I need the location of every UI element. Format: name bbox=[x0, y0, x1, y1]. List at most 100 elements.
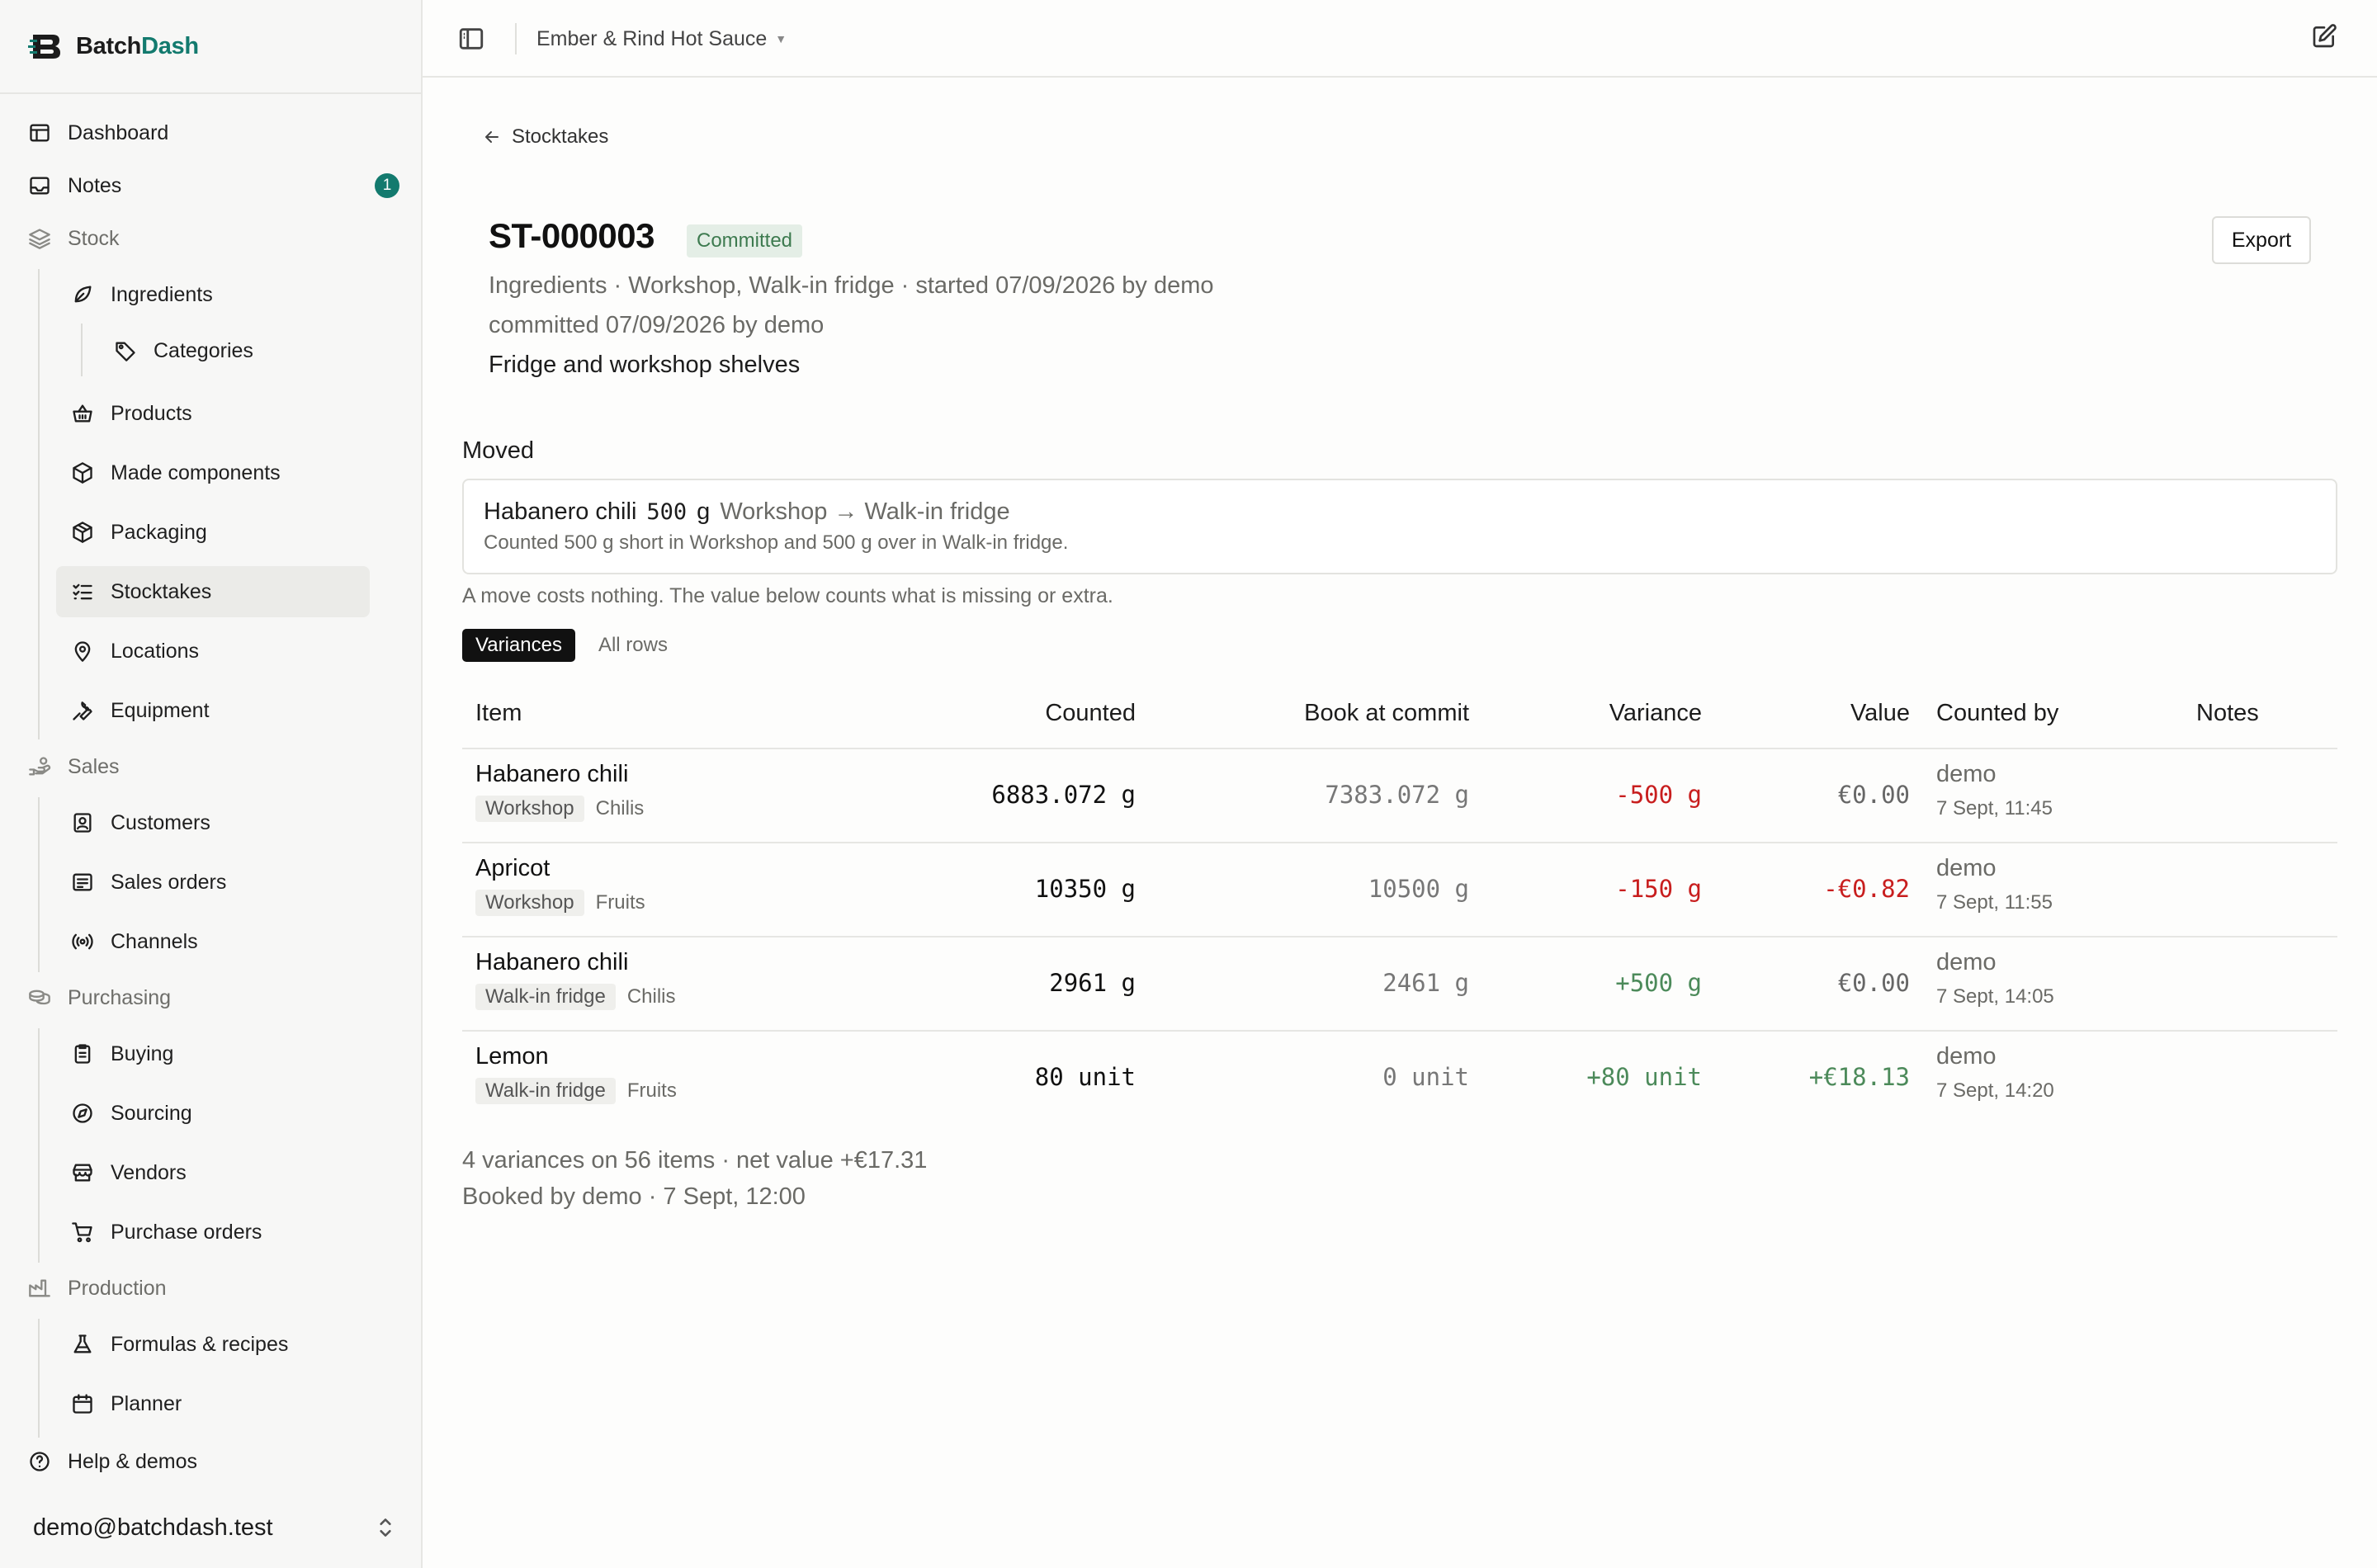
sidebar-group-sales[interactable]: Sales bbox=[28, 741, 399, 792]
sidebar-item-ingredients[interactable]: Ingredients bbox=[56, 269, 370, 320]
row-counted-at: 7 Sept, 11:55 bbox=[1936, 891, 2053, 914]
sidebar-item-planner[interactable]: Planner bbox=[56, 1378, 370, 1429]
back-to-stocktakes-link[interactable]: Stocktakes bbox=[482, 125, 608, 149]
row-counted-at: 7 Sept, 14:05 bbox=[1936, 985, 2054, 1008]
sidebar-item-label: Vendors bbox=[111, 1160, 187, 1184]
sidebar-item-products[interactable]: Products bbox=[56, 388, 370, 439]
sidebar-group-label: Sales bbox=[68, 754, 120, 778]
sidebar-item-categories[interactable]: Categories bbox=[101, 325, 365, 376]
row-item-name: Lemon bbox=[475, 1043, 549, 1070]
sidebar-item-packaging[interactable]: Packaging bbox=[56, 507, 370, 558]
sidebar-item-label: Made components bbox=[111, 460, 281, 484]
sidebar-divider bbox=[0, 92, 421, 94]
sidebar-item-equipment[interactable]: Equipment bbox=[56, 685, 370, 736]
move-card: Habanero chili 500 g Workshop → Walk-in … bbox=[462, 479, 2337, 574]
sidebar: BatchDash Dashboard Notes 1 Stock Ingred… bbox=[0, 0, 423, 1568]
column-header-book[interactable]: Book at commit bbox=[1304, 700, 1469, 727]
topbar: Ember & Rind Hot Sauce ▼ bbox=[423, 0, 2377, 78]
column-header-item[interactable]: Item bbox=[475, 700, 522, 727]
hand-coins-icon bbox=[28, 755, 51, 778]
stocktake-meta: Ingredients · Workshop, Walk-in fridge ·… bbox=[489, 272, 1214, 299]
user-menu[interactable]: demo@batchdash.test bbox=[33, 1502, 396, 1553]
row-counted-by: demo bbox=[1936, 855, 1997, 881]
sidebar-group-label: Purchasing bbox=[68, 985, 172, 1009]
inbox-icon bbox=[28, 174, 51, 197]
table-row[interactable]: Lemon Walk-in fridge Fruits 80 unit 0 un… bbox=[462, 1032, 2337, 1126]
sidebar-item-stocktakes[interactable]: Stocktakes bbox=[56, 566, 370, 617]
sidebar-item-locations[interactable]: Locations bbox=[56, 626, 370, 677]
sidebar-item-vendors[interactable]: Vendors bbox=[56, 1147, 370, 1198]
back-link-label: Stocktakes bbox=[512, 125, 609, 148]
shopping-cart-icon bbox=[71, 1221, 94, 1244]
sidebar-item-buying[interactable]: Buying bbox=[56, 1028, 370, 1079]
row-value: +€18.13 bbox=[1808, 1063, 1910, 1091]
row-counted: 80 unit bbox=[1034, 1063, 1136, 1091]
tree-line bbox=[38, 797, 40, 972]
factory-icon bbox=[28, 1277, 51, 1300]
box-icon bbox=[71, 461, 94, 484]
sidebar-item-label: Equipment bbox=[111, 698, 210, 722]
caret-down-icon: ▼ bbox=[775, 32, 787, 45]
sidebar-item-help[interactable]: Help & demos bbox=[28, 1436, 399, 1487]
contact-icon bbox=[71, 811, 94, 834]
sidebar-group-purchasing[interactable]: Purchasing bbox=[28, 972, 399, 1023]
sidebar-item-label: Dashboard bbox=[68, 120, 169, 144]
page-title: ST-000003 bbox=[489, 216, 655, 255]
topbar-divider bbox=[515, 23, 517, 54]
sidebar-item-customers[interactable]: Customers bbox=[56, 797, 370, 848]
wrench-icon bbox=[71, 699, 94, 722]
row-item-name: Habanero chili bbox=[475, 949, 629, 975]
sidebar-item-sourcing[interactable]: Sourcing bbox=[56, 1088, 370, 1139]
sidebar-item-label: Sales orders bbox=[111, 870, 227, 894]
receipt-icon bbox=[71, 871, 94, 894]
sidebar-item-label: Stocktakes bbox=[111, 579, 212, 603]
column-header-counted[interactable]: Counted bbox=[1045, 700, 1136, 727]
row-value: €0.00 bbox=[1837, 781, 1910, 809]
sidebar-group-stock[interactable]: Stock bbox=[28, 213, 399, 264]
sidebar-item-label: Help & demos bbox=[68, 1449, 198, 1473]
user-email: demo@batchdash.test bbox=[33, 1514, 273, 1541]
brand[interactable]: BatchDash bbox=[28, 28, 199, 64]
table-row[interactable]: Habanero chili Walk-in fridge Chilis 296… bbox=[462, 937, 2337, 1032]
move-qty: 500 bbox=[646, 499, 688, 525]
column-header-counted-by[interactable]: Counted by bbox=[1936, 700, 2058, 727]
moved-section-title: Moved bbox=[462, 437, 535, 464]
sidebar-item-formulas[interactable]: Formulas & recipes bbox=[56, 1319, 370, 1370]
sidebar-item-made-components[interactable]: Made components bbox=[56, 447, 370, 498]
row-book: 7383.072 g bbox=[1325, 781, 1469, 809]
panel-left-icon bbox=[459, 28, 484, 50]
compass-icon bbox=[71, 1102, 94, 1125]
sidebar-group-production[interactable]: Production bbox=[28, 1263, 399, 1314]
layers-icon bbox=[28, 227, 51, 250]
column-header-value[interactable]: Value bbox=[1850, 700, 1910, 727]
compose-button[interactable] bbox=[2311, 23, 2341, 53]
sidebar-item-channels[interactable]: Channels bbox=[56, 916, 370, 967]
sidebar-item-label: Products bbox=[111, 401, 192, 425]
category-label: Chilis bbox=[595, 797, 645, 819]
clipboard-list-icon bbox=[71, 1042, 94, 1065]
move-cost-note: A move costs nothing. The value below co… bbox=[462, 584, 1113, 607]
sidebar-toggle-button[interactable] bbox=[457, 25, 485, 53]
row-book: 0 unit bbox=[1382, 1063, 1469, 1091]
tab-variances[interactable]: Variances bbox=[462, 629, 575, 662]
row-counted: 2961 g bbox=[1049, 969, 1136, 997]
workspace-switcher[interactable]: Ember & Rind Hot Sauce ▼ bbox=[536, 23, 787, 54]
sidebar-item-dashboard[interactable]: Dashboard bbox=[28, 107, 399, 158]
export-button[interactable]: Export bbox=[2212, 216, 2311, 264]
sidebar-item-label: Customers bbox=[111, 810, 210, 834]
column-header-notes[interactable]: Notes bbox=[2196, 700, 2259, 727]
row-counted-by: demo bbox=[1936, 1043, 1997, 1070]
column-header-variance[interactable]: Variance bbox=[1609, 700, 1702, 727]
sidebar-item-purchase-orders[interactable]: Purchase orders bbox=[56, 1207, 370, 1258]
sidebar-item-label: Purchase orders bbox=[111, 1220, 262, 1244]
row-value: €0.00 bbox=[1837, 969, 1910, 997]
table-row[interactable]: Apricot Workshop Fruits 10350 g 10500 g … bbox=[462, 843, 2337, 937]
tab-all-rows[interactable]: All rows bbox=[598, 629, 668, 662]
row-item-tags: Walk-in fridge Fruits bbox=[475, 1078, 677, 1104]
sidebar-item-sales-orders[interactable]: Sales orders bbox=[56, 857, 370, 908]
table-row[interactable]: Habanero chili Workshop Chilis 6883.072 … bbox=[462, 749, 2337, 843]
map-pin-icon bbox=[71, 640, 94, 663]
sidebar-item-notes[interactable]: Notes 1 bbox=[28, 160, 399, 211]
sidebar-group-label: Production bbox=[68, 1276, 167, 1300]
status-badge: Committed bbox=[687, 224, 803, 257]
